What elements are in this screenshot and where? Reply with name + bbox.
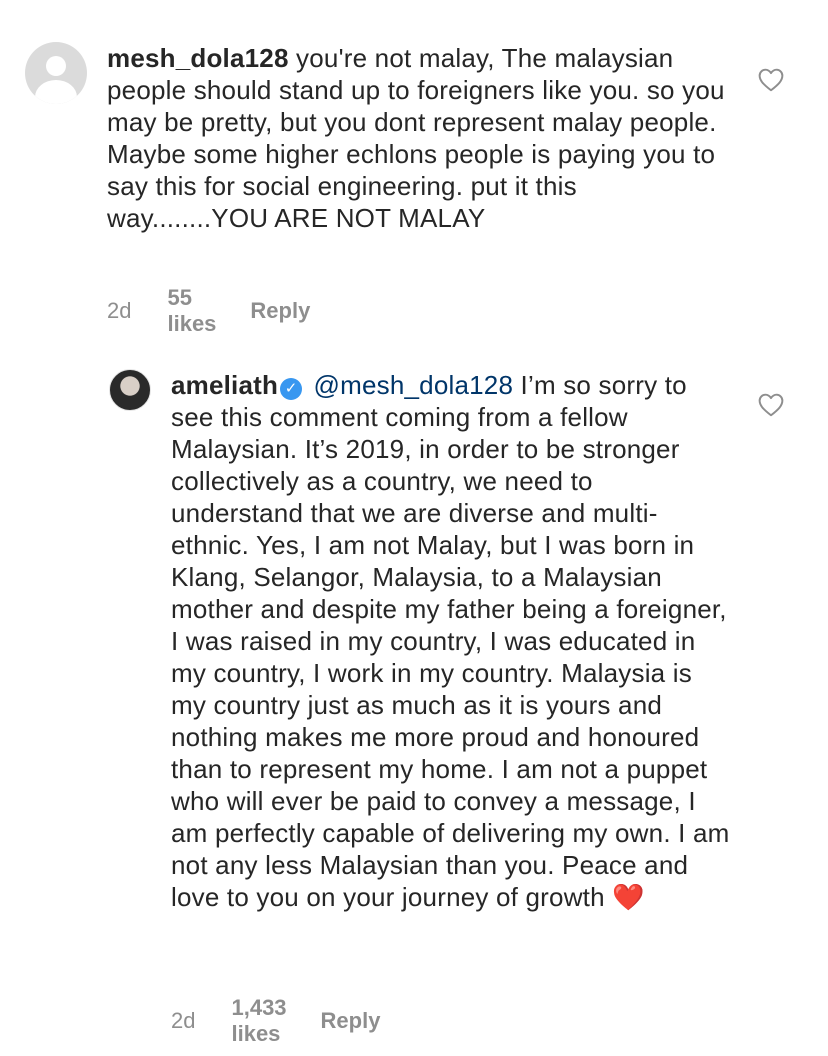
comment-meta: 2d 55 likes Reply [107, 285, 310, 337]
heart-emoji-icon: ❤️ [612, 882, 645, 912]
profile-photo-avatar[interactable] [109, 369, 151, 411]
comment-body: I’m so sorry to see this comment coming … [171, 370, 730, 912]
heart-outline-icon[interactable] [758, 68, 784, 92]
comment-time[interactable]: 2d [107, 298, 131, 324]
heart-outline-icon[interactable] [758, 393, 784, 417]
comment-meta: 2d 1,433 likes Reply [171, 995, 380, 1047]
comment-likes[interactable]: 1,433 likes [231, 995, 286, 1047]
comment-mention[interactable]: @mesh_dola128 [314, 370, 514, 400]
default-avatar-icon[interactable] [25, 42, 87, 104]
avatar-body [35, 80, 77, 104]
reply-button[interactable]: Reply [250, 298, 310, 324]
comment-time[interactable]: 2d [171, 1008, 195, 1034]
comment-username[interactable]: ameliath [171, 370, 278, 400]
avatar-head [46, 56, 66, 76]
comment-text: ameliath ✓ @mesh_dola128 I’m so sorry to … [171, 369, 731, 913]
comment-text: mesh_dola128 you're not malay, The malay… [107, 42, 727, 234]
comment-likes[interactable]: 55 likes [167, 285, 216, 337]
verified-badge-icon: ✓ [280, 378, 303, 400]
reply-button[interactable]: Reply [321, 1008, 381, 1034]
comment-username[interactable]: mesh_dola128 [107, 43, 289, 73]
